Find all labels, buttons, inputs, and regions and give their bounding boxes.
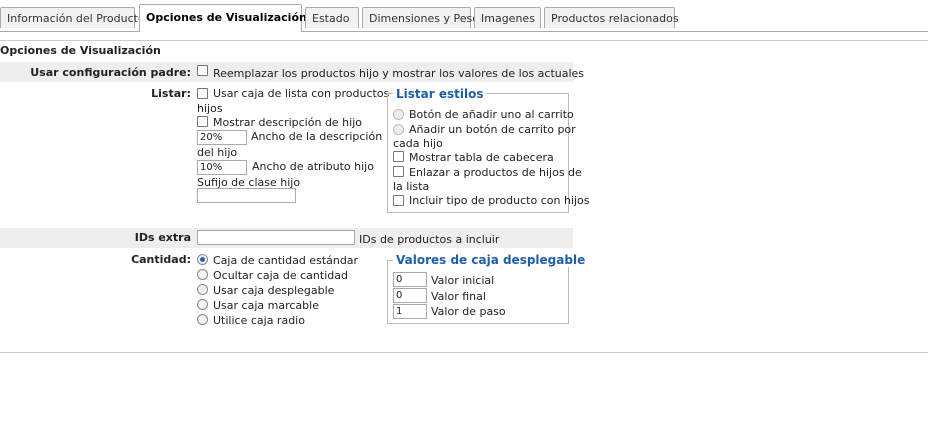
quantity-radio-radio[interactable] [197,314,208,325]
step-value-label: Valor de paso [431,305,506,318]
initial-value-input[interactable] [393,272,427,287]
quantity-option-checkbox: Usar caja marcable [213,299,319,312]
show-header-table-label: Mostrar tabla de cabecera [409,151,554,164]
link-child-products-label-cont: la lista [393,180,430,193]
class-suffix-input[interactable] [197,188,296,203]
use-listbox-label-cont: hijos [197,102,223,115]
initial-value-label: Valor inicial [431,274,495,287]
show-desc-label: Mostrar descripción de hijo [213,116,362,129]
tab-display-options[interactable]: Opciones de Visualización [139,4,307,32]
quantity-label: Cantidad: [131,253,191,266]
section-title: Opciones de Visualización [0,44,161,57]
step-value-input[interactable] [393,304,427,319]
extra-ids-label: IDs extra [134,231,191,244]
extra-ids-input[interactable] [197,230,355,245]
tab-status[interactable]: Estado [305,7,359,28]
tab-related-products[interactable]: Productos relacionados [544,7,679,28]
include-product-type-checkbox[interactable] [393,195,404,206]
show-header-table-checkbox[interactable] [393,151,404,162]
quantity-option-dropdown: Usar caja desplegable [213,284,335,297]
quantity-radio-hide[interactable] [197,269,208,280]
quantity-radio-dropdown[interactable] [197,284,208,295]
list-style-label-cart-each: Añadir un botón de carrito por [409,123,576,136]
desc-width-label-cont: del hijo [197,146,238,159]
tab-images[interactable]: Imagenes [474,7,541,28]
extra-ids-hint: IDs de productos a incluir [359,233,500,246]
list-style-label-cart-each-cont: cada hijo [393,137,443,150]
tab-label: Estado [312,12,350,25]
tab-product-info[interactable]: Información del Producto [0,7,145,28]
quantity-option-standard: Caja de cantidad estándar [213,254,359,267]
link-child-products-label: Enlazar a productos de hijos de [409,166,582,179]
include-product-type-label: Incluir tipo de producto con hijos [409,194,590,207]
list-style-label-add-one: Botón de añadir uno al carrito [409,108,574,121]
tab-label: Información del Producto [7,12,145,25]
show-desc-checkbox[interactable] [197,116,208,127]
use-listbox-checkbox[interactable] [197,88,208,99]
final-value-input[interactable] [393,288,427,303]
quantity-radio-checkbox[interactable] [197,299,208,310]
list-label: Listar: [151,87,191,100]
quantity-option-hide: Ocultar caja de cantidad [213,269,348,282]
final-value-label: Valor final [431,290,486,303]
parent-config-checkbox[interactable] [197,65,208,76]
tab-bar: Información del Producto Opciones de Vis… [0,0,928,32]
tab-label: Opciones de Visualización [146,11,307,24]
link-child-products-checkbox[interactable] [393,166,404,177]
panel-bottom-border [0,352,928,353]
attr-width-input[interactable] [197,160,247,175]
panel-top-border [0,40,928,41]
use-listbox-label: Usar caja de lista con productos [213,87,390,100]
quantity-option-radio: Utilice caja radio [213,314,305,327]
list-style-radio-cart-each[interactable] [393,124,404,135]
list-style-radio-add-one[interactable] [393,109,404,120]
parent-config-label: Usar configuración padre: [30,66,191,79]
list-styles-legend: Listar estilos [393,87,487,101]
desc-width-input[interactable] [197,130,247,145]
tab-label: Dimensiones y Peso [369,12,479,25]
tab-label: Imagenes [481,12,535,25]
quantity-radio-standard[interactable] [197,254,208,265]
desc-width-label: Ancho de la descripción [251,130,383,143]
tab-label: Productos relacionados [551,12,679,25]
tab-dimensions-weight[interactable]: Dimensiones y Peso [362,7,479,28]
dropdown-values-legend: Valores de caja desplegable [393,253,589,267]
attr-width-label: Ancho de atributo hijo [252,160,374,173]
parent-config-checkbox-label: Reemplazar los productos hijo y mostrar … [213,67,585,80]
